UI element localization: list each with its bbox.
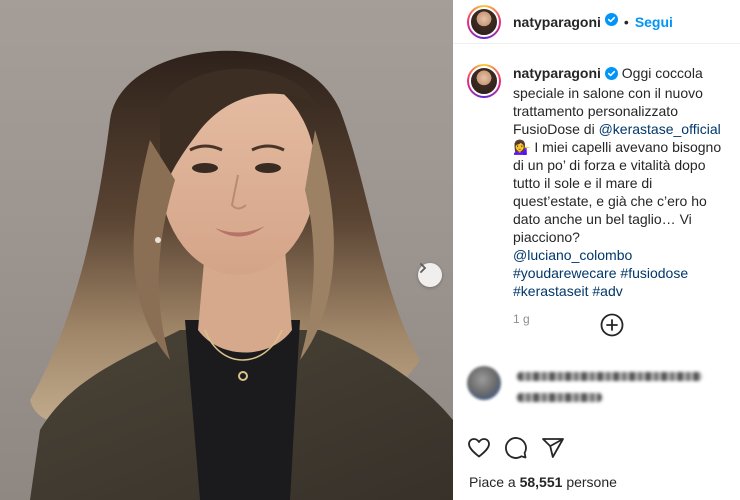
hashtag-link[interactable]: #youdarewecare bbox=[513, 265, 617, 281]
follow-button[interactable]: Segui bbox=[635, 14, 673, 30]
like-button[interactable] bbox=[467, 436, 491, 460]
commenter-avatar[interactable] bbox=[467, 366, 501, 400]
comment-button[interactable] bbox=[504, 436, 528, 460]
emoji: 💁‍♀️ bbox=[513, 139, 531, 155]
avatar[interactable] bbox=[467, 4, 501, 39]
share-button[interactable] bbox=[541, 436, 565, 460]
load-more-comments-button[interactable] bbox=[600, 313, 624, 342]
caption-text-part-2: I miei capelli avevano bisogno di un po’… bbox=[513, 139, 722, 245]
post-timestamp[interactable]: 1 g bbox=[513, 310, 735, 328]
likes-number: 58,551 bbox=[519, 474, 563, 490]
likes-prefix: Piace a bbox=[469, 474, 516, 490]
hashtag-link[interactable]: #adv bbox=[592, 283, 622, 299]
mention-link[interactable]: @kerastase_official bbox=[599, 121, 721, 137]
verified-badge-icon bbox=[604, 66, 618, 84]
paper-plane-icon bbox=[542, 438, 564, 458]
hashtag-link[interactable]: #kerastaseit bbox=[513, 283, 588, 299]
blurred-comment-text bbox=[517, 372, 702, 414]
plus-circle-icon bbox=[600, 313, 624, 337]
heart-icon bbox=[468, 438, 490, 458]
mention-link[interactable]: @luciano_colombo bbox=[513, 247, 632, 263]
portrait-image bbox=[30, 50, 453, 500]
caption-avatar[interactable] bbox=[467, 64, 501, 98]
next-photo-button[interactable] bbox=[418, 263, 442, 287]
separator-dot: • bbox=[623, 13, 629, 30]
caption-username[interactable]: natyparagoni bbox=[513, 65, 601, 81]
verified-badge-icon bbox=[604, 12, 618, 31]
hashtag-link[interactable]: #fusiodose bbox=[620, 265, 688, 281]
author-username[interactable]: natyparagoni bbox=[513, 14, 601, 30]
blurred-comment bbox=[467, 366, 735, 414]
chevron-right-icon bbox=[420, 263, 427, 273]
post-side-panel: natyparagoni • Segui natyparagoni Oggi c… bbox=[453, 0, 740, 500]
caption-text: natyparagoni Oggi coccola speciale in sa… bbox=[513, 64, 735, 328]
speech-bubble-icon bbox=[505, 437, 527, 459]
post-header: natyparagoni • Segui bbox=[453, 0, 740, 44]
likes-suffix: persone bbox=[566, 474, 617, 490]
caption-block: natyparagoni Oggi coccola speciale in sa… bbox=[467, 64, 735, 328]
likes-count[interactable]: Piace a 58,551 persone bbox=[469, 474, 617, 490]
action-bar bbox=[467, 434, 737, 462]
post-photo bbox=[0, 0, 453, 500]
